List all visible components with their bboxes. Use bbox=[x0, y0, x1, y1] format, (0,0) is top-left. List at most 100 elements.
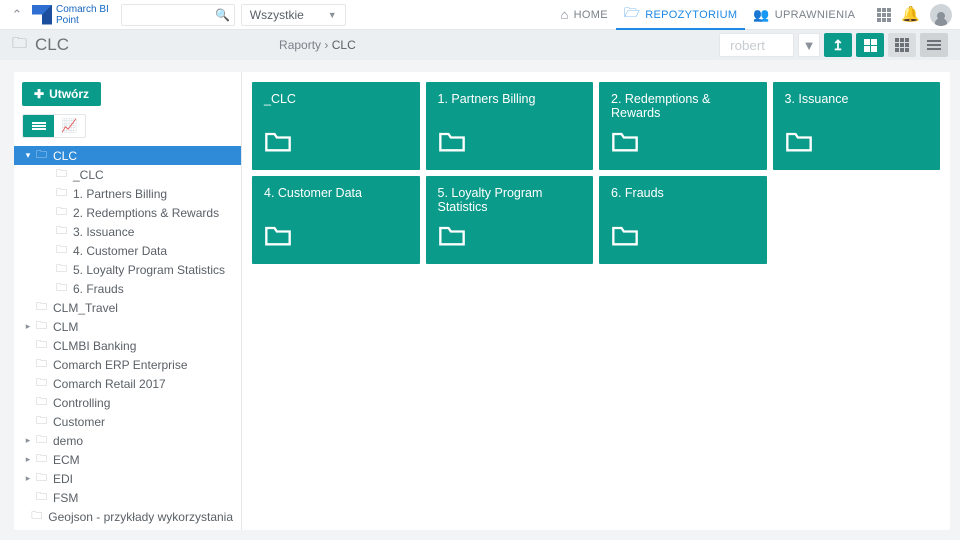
content: _CLC 1. Partners Billing 2. Redemptions … bbox=[242, 72, 950, 530]
tree-label: Comarch ERP Enterprise bbox=[53, 358, 188, 372]
tree-item[interactable]: 🗀FSM bbox=[14, 488, 241, 507]
tree-label: CLM bbox=[53, 320, 78, 334]
user-select-caret[interactable]: ▼ bbox=[798, 33, 820, 57]
tile-label: 1. Partners Billing bbox=[438, 92, 582, 106]
toggle-table-view[interactable] bbox=[23, 115, 54, 137]
view-details-button[interactable] bbox=[888, 33, 916, 57]
folder-icon bbox=[611, 223, 755, 254]
tree-item[interactable]: 🗀 CLM bbox=[14, 317, 241, 336]
nav-repozytorium[interactable]: 🗁 REPOZYTORIUM bbox=[616, 0, 745, 30]
brand-logo[interactable]: Comarch BI Point bbox=[32, 4, 109, 26]
expand-icon[interactable] bbox=[20, 454, 36, 465]
tree-item[interactable]: 🗀Customer bbox=[14, 412, 241, 431]
avatar[interactable] bbox=[930, 4, 952, 26]
folder-icon: 🗀 bbox=[36, 298, 47, 317]
tree-item[interactable]: 🗀 3. Issuance bbox=[14, 222, 241, 241]
folder-icon: 🗀 bbox=[36, 317, 47, 336]
users-icon: 👥 bbox=[753, 7, 770, 23]
grid3-icon bbox=[895, 38, 909, 52]
folder-tile[interactable]: 1. Partners Billing bbox=[426, 82, 594, 170]
collapse-icon[interactable]: ⌃ bbox=[8, 7, 26, 23]
folder-icon: 🗀 bbox=[56, 241, 67, 260]
search-input[interactable] bbox=[122, 8, 212, 22]
folder-icon bbox=[785, 129, 929, 160]
tree-label: 4. Customer Data bbox=[73, 244, 167, 258]
tree-item[interactable]: 🗀Controlling bbox=[14, 393, 241, 412]
folder-tile[interactable]: 5. Loyalty Program Statistics bbox=[426, 176, 594, 264]
folder-tile[interactable]: 6. Frauds bbox=[599, 176, 767, 264]
nav-label: REPOZYTORIUM bbox=[645, 9, 737, 21]
tree-label: CLMBI Banking bbox=[53, 339, 136, 353]
tree-item[interactable]: 🗀 1. Partners Billing bbox=[14, 184, 241, 203]
grid-icon bbox=[864, 39, 877, 52]
tile-label: 4. Customer Data bbox=[264, 186, 408, 200]
list-icon bbox=[927, 40, 941, 50]
tree-root[interactable]: 🗀 CLC bbox=[14, 146, 241, 165]
view-tiles-button[interactable] bbox=[856, 33, 884, 57]
tree-label: 1. Partners Billing bbox=[73, 187, 167, 201]
search-icon[interactable]: 🔍 bbox=[212, 8, 234, 22]
view-list-button[interactable] bbox=[920, 33, 948, 57]
tree-item[interactable]: 🗀 CLMBI Banking bbox=[14, 336, 241, 355]
tree-item[interactable]: 🗀 demo bbox=[14, 431, 241, 450]
tree-item[interactable]: 🗀Comarch Retail 2017 bbox=[14, 374, 241, 393]
folder-icon: 🗀 bbox=[56, 203, 67, 222]
tree-item[interactable]: 🗀 4. Customer Data bbox=[14, 241, 241, 260]
folder-icon bbox=[611, 129, 755, 160]
toggle-chart-view[interactable]: 📈 bbox=[54, 115, 85, 137]
tree-item[interactable]: 🗀Geojson - przykłady wykorzystania bbox=[14, 507, 241, 526]
tree-item[interactable]: 🗀CLM_Travel bbox=[14, 298, 241, 317]
tree-item[interactable]: 🗀 EDI bbox=[14, 469, 241, 488]
tree-item[interactable]: 🗀Comarch ERP Enterprise bbox=[14, 355, 241, 374]
tree-label: EDI bbox=[53, 472, 73, 486]
tree-label: Comarch Retail 2017 bbox=[53, 377, 166, 391]
folder-icon: 🗀 bbox=[56, 222, 67, 241]
expand-icon[interactable] bbox=[20, 150, 36, 161]
brand-text: Comarch BI Point bbox=[56, 4, 109, 26]
user-select[interactable]: robert bbox=[719, 33, 794, 57]
folder-tile[interactable]: 4. Customer Data bbox=[252, 176, 420, 264]
tile-label: 6. Frauds bbox=[611, 186, 755, 200]
folder-icon: 🗀 bbox=[36, 336, 47, 355]
bell-icon[interactable]: 🔔 bbox=[901, 7, 920, 22]
expand-icon[interactable] bbox=[20, 321, 36, 332]
tree-label: 2. Redemptions & Rewards bbox=[73, 206, 219, 220]
folder-icon: 🗀 bbox=[36, 469, 47, 488]
tree-item[interactable]: 🗀_CLC bbox=[14, 165, 241, 184]
nav-uprawnienia[interactable]: 👥 UPRAWNIENIA bbox=[745, 0, 863, 30]
up-level-button[interactable]: ↥ bbox=[824, 33, 852, 57]
folder-icon: 🗀 bbox=[36, 450, 47, 469]
tile-label: 2. Redemptions & Rewards bbox=[611, 92, 755, 120]
expand-icon[interactable] bbox=[20, 435, 36, 446]
folder-tile[interactable]: 2. Redemptions & Rewards bbox=[599, 82, 767, 170]
folder-icon: 🗀 bbox=[31, 507, 42, 526]
folder-tile[interactable]: 3. Issuance bbox=[773, 82, 941, 170]
search-input-wrap[interactable]: 🔍 bbox=[121, 4, 235, 26]
plus-icon: ✚ bbox=[34, 87, 44, 101]
tree-label: ECM bbox=[53, 453, 80, 467]
tree-label: 3. Issuance bbox=[73, 225, 134, 239]
folder-icon: 🗀 bbox=[56, 184, 67, 203]
top-icons: 🔔 bbox=[869, 4, 952, 26]
page-title: CLC bbox=[35, 35, 69, 55]
nav-home[interactable]: ⌂ HOME bbox=[553, 0, 616, 30]
filter-select-value: Wszystkie bbox=[250, 8, 304, 22]
tree-item[interactable]: 🗀 ECM bbox=[14, 450, 241, 469]
tree-item[interactable]: 🗀Globe- Telco - demo bbox=[14, 526, 241, 530]
folder-icon: 🗀 bbox=[36, 393, 47, 412]
apps-grid-icon[interactable] bbox=[877, 8, 891, 22]
tree-label: CLC bbox=[53, 149, 77, 163]
breadcrumb[interactable]: Raporty › CLC bbox=[279, 38, 356, 52]
expand-icon[interactable] bbox=[20, 473, 36, 484]
folder-icon: 🗀 bbox=[36, 526, 47, 530]
tree-item[interactable]: 🗀 2. Redemptions & Rewards bbox=[14, 203, 241, 222]
tree-label: demo bbox=[53, 434, 83, 448]
folder-tile[interactable]: _CLC bbox=[252, 82, 420, 170]
tree-item[interactable]: 🗀6. Frauds bbox=[14, 279, 241, 298]
tree-item[interactable]: 🗀5. Loyalty Program Statistics bbox=[14, 260, 241, 279]
tree-label: FSM bbox=[53, 491, 78, 505]
folder-icon: 🗀 bbox=[36, 431, 47, 450]
tile-label: 3. Issuance bbox=[785, 92, 929, 106]
create-button[interactable]: ✚ Utwórz bbox=[22, 82, 101, 106]
filter-select[interactable]: Wszystkie ▼ bbox=[241, 4, 346, 26]
